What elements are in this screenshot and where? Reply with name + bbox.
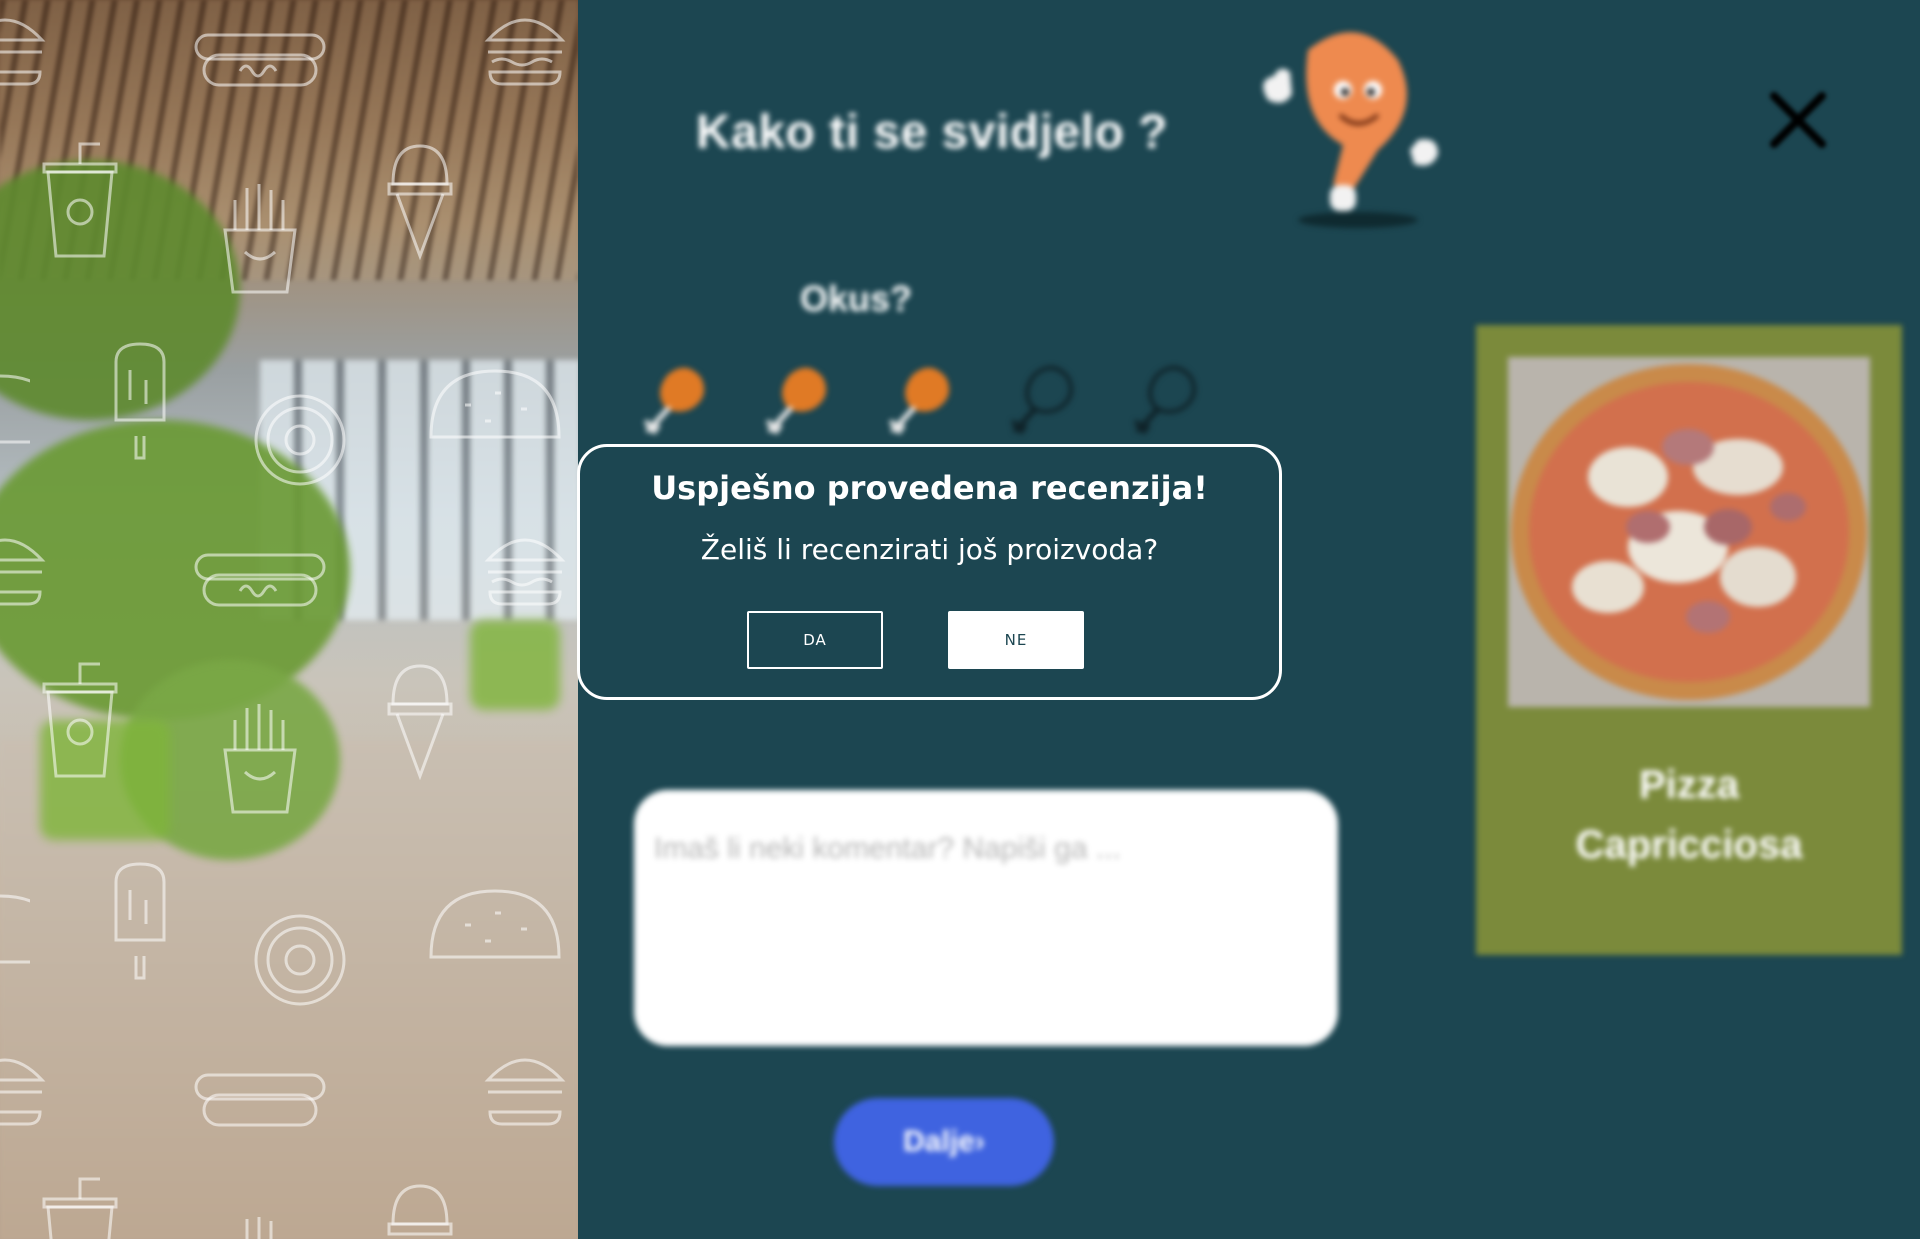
product-name-line1: Pizza xyxy=(1638,763,1740,807)
ice-cream-icon xyxy=(387,664,453,780)
modal-title: Uspješno provedena recenzija! xyxy=(651,469,1208,507)
burger-icon xyxy=(0,538,46,606)
burger-icon xyxy=(484,1058,566,1126)
burger-icon xyxy=(0,18,46,86)
background-photo xyxy=(0,0,578,1239)
drumstick-empty-icon[interactable] xyxy=(1128,350,1198,450)
hotdog-icon xyxy=(194,33,326,87)
pizza-image xyxy=(1508,357,1870,707)
burger-icon xyxy=(484,18,566,86)
drumstick-empty-icon[interactable] xyxy=(1005,350,1075,450)
burger-icon xyxy=(484,538,566,606)
yes-button[interactable]: DA xyxy=(747,611,883,669)
food-doodle-pattern xyxy=(0,0,578,1239)
drumstick-mascot-icon xyxy=(1263,32,1438,228)
no-button[interactable]: NE xyxy=(948,611,1084,669)
popsicle-icon xyxy=(114,862,166,980)
taco-icon xyxy=(0,374,30,444)
modal-question: Želiš li recenzirati još proizvoda? xyxy=(700,533,1159,566)
taco-icon xyxy=(429,369,561,439)
ice-cream-icon xyxy=(387,1184,453,1236)
taste-rating[interactable] xyxy=(638,350,1198,450)
donut-icon xyxy=(254,394,346,486)
taco-icon xyxy=(0,894,30,964)
burger-icon xyxy=(0,1058,46,1126)
soda-cup-icon xyxy=(42,1177,118,1239)
fries-icon xyxy=(223,184,297,294)
ice-cream-icon xyxy=(387,144,453,260)
popsicle-icon xyxy=(114,342,166,460)
product-name: Pizza Capricciosa xyxy=(1476,755,1902,875)
comment-textarea[interactable]: Imaš li neki komentar? Napiši ga ... xyxy=(634,790,1338,1046)
drumstick-filled-icon[interactable] xyxy=(883,350,953,450)
soda-cup-icon xyxy=(42,662,118,778)
taco-icon xyxy=(429,889,561,959)
soda-cup-icon xyxy=(42,142,118,258)
fries-icon xyxy=(223,704,297,814)
drumstick-filled-icon[interactable] xyxy=(638,350,708,450)
product-name-line2: Capricciosa xyxy=(1575,823,1803,867)
product-card: Pizza Capricciosa xyxy=(1476,325,1902,955)
review-title: Kako ti se svidjelo ? xyxy=(696,106,1168,159)
hotdog-icon xyxy=(194,553,326,607)
next-button[interactable]: Dalje› xyxy=(834,1098,1054,1186)
product-image xyxy=(1508,357,1870,707)
criterion-label: Okus? xyxy=(800,278,913,319)
drumstick-filled-icon[interactable] xyxy=(760,350,830,450)
close-icon[interactable] xyxy=(1766,88,1830,152)
success-modal: Uspješno provedena recenzija! Želiš li r… xyxy=(577,444,1282,700)
donut-icon xyxy=(254,914,346,1006)
hotdog-icon xyxy=(194,1073,326,1127)
fries-icon xyxy=(245,1217,273,1239)
